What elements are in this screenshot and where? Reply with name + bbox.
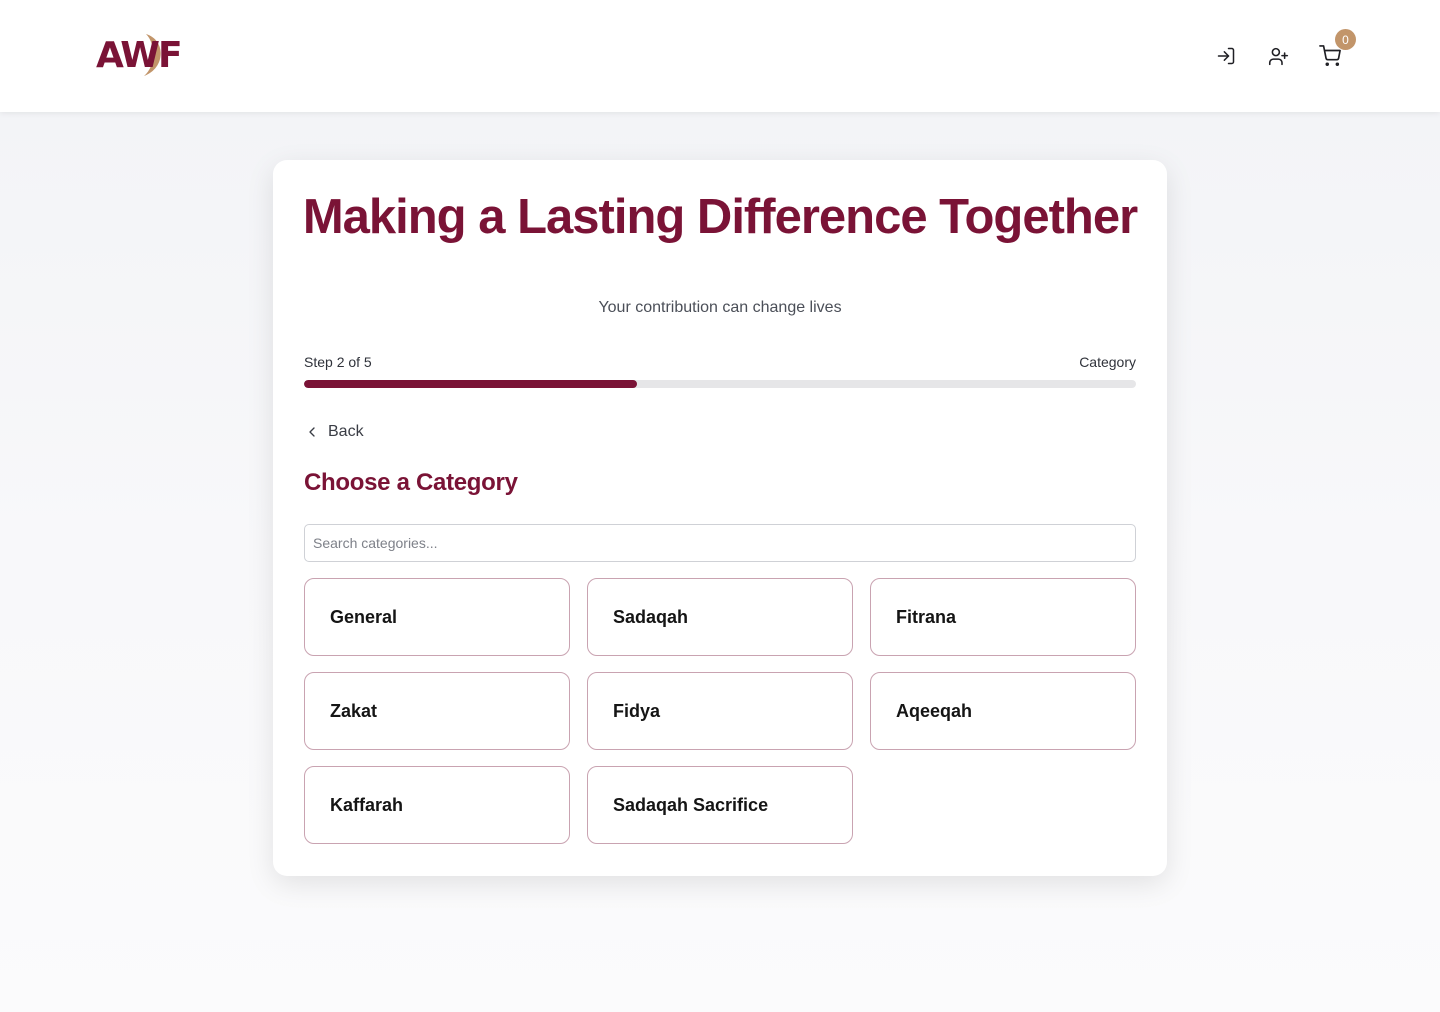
page-title: Making a Lasting Difference Together xyxy=(302,190,1138,244)
category-card-kaffarah[interactable]: Kaffarah xyxy=(304,766,570,844)
category-card-zakat[interactable]: Zakat xyxy=(304,672,570,750)
category-card-general[interactable]: General xyxy=(304,578,570,656)
login-button[interactable] xyxy=(1210,40,1242,72)
logo-text: AWF xyxy=(96,35,183,76)
category-card-fidya[interactable]: Fidya xyxy=(587,672,853,750)
top-nav-bar: AWF 0 xyxy=(0,0,1440,112)
category-card-sadaqah-sacrifice[interactable]: Sadaqah Sacrifice xyxy=(587,766,853,844)
donation-wizard-card: Making a Lasting Difference Together You… xyxy=(273,160,1167,876)
page-subtitle: Your contribution can change lives xyxy=(598,299,842,316)
section-title: Choose a Category xyxy=(304,469,518,496)
back-button[interactable]: Back xyxy=(304,420,364,444)
category-grid: General Sadaqah Fitrana Zakat Fidya Aqee… xyxy=(304,578,1136,844)
step-label: Step 2 of 5 xyxy=(304,354,372,370)
cart-button[interactable]: 0 xyxy=(1314,29,1356,72)
progress-bar xyxy=(304,380,1136,388)
search-input[interactable] xyxy=(304,524,1136,562)
progress-fill xyxy=(304,380,637,388)
register-button[interactable] xyxy=(1262,40,1294,72)
back-label: Back xyxy=(328,423,364,440)
user-plus-icon xyxy=(1268,47,1288,65)
cart-icon xyxy=(1319,45,1341,66)
category-card-sadaqah[interactable]: Sadaqah xyxy=(587,578,853,656)
step-name: Category xyxy=(1079,354,1136,370)
chevron-left-icon xyxy=(309,427,315,437)
header-actions: 0 xyxy=(1210,29,1356,72)
step-indicator: Step 2 of 5 Category xyxy=(304,354,1136,370)
cart-count-badge: 0 xyxy=(1335,29,1356,50)
category-card-aqeeqah[interactable]: Aqeeqah xyxy=(870,672,1136,750)
awf-logo[interactable]: AWF xyxy=(96,32,183,78)
login-icon xyxy=(1217,47,1235,65)
category-card-fitrana[interactable]: Fitrana xyxy=(870,578,1136,656)
